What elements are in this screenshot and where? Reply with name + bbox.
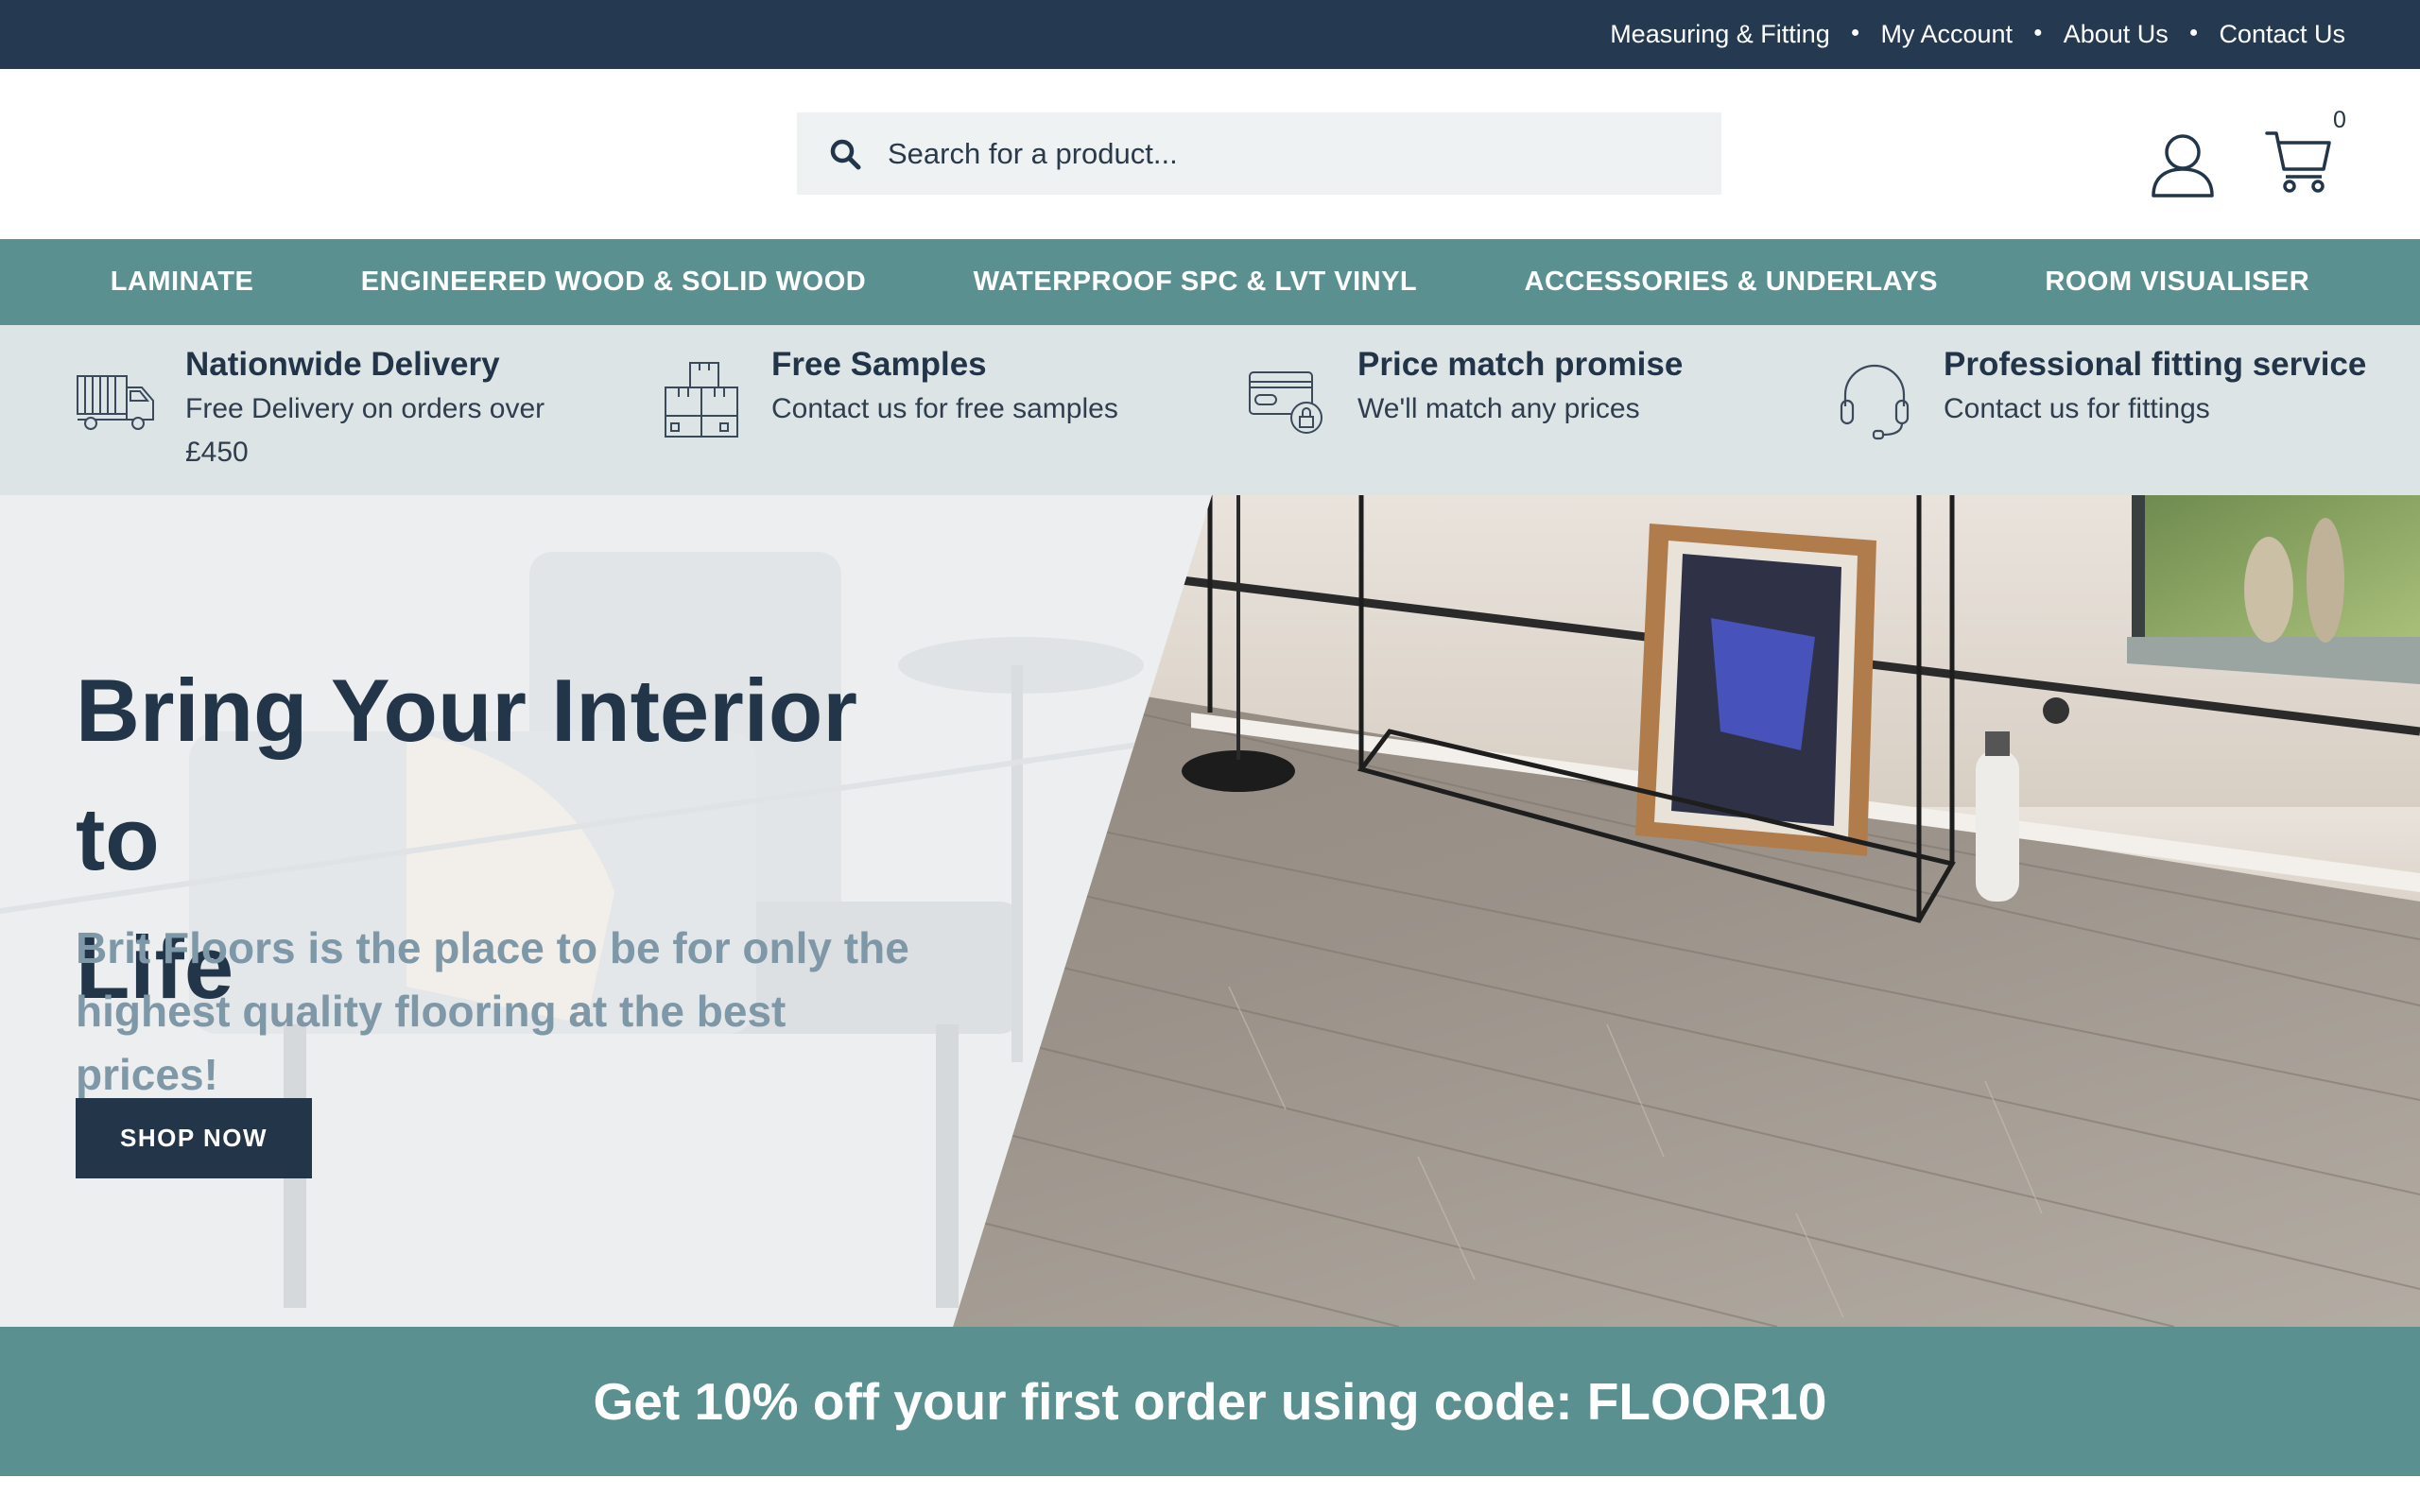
search-bar <box>797 112 1721 195</box>
nav-engineered-solid-wood[interactable]: ENGINEERED WOOD & SOLID WOOD <box>361 266 866 298</box>
headset-icon <box>1840 364 1910 440</box>
search-icon[interactable] <box>829 138 861 170</box>
feature-subtitle: Contact us for fittings <box>1944 393 2210 424</box>
feature-title: Free Samples <box>771 346 987 383</box>
boxes-icon <box>665 362 738 438</box>
promo-banner: Get 10% off your first order using code:… <box>0 1327 2420 1476</box>
separator-dot: ● <box>2188 24 2199 41</box>
nav-accessories-underlays[interactable]: ACCESSORIES & UNDERLAYS <box>1525 266 1938 298</box>
feature-fitting: Professional fitting service Contact us … <box>1834 342 2366 440</box>
nav-waterproof-spc-lvt-vinyl[interactable]: WATERPROOF SPC & LVT VINYL <box>974 266 1418 298</box>
feature-title: Professional fitting service <box>1944 346 2367 383</box>
nav-room-visualiser[interactable]: ROOM VISUALISER <box>2045 266 2309 298</box>
category-nav: LAMINATE ENGINEERED WOOD & SOLID WOOD WA… <box>0 239 2420 325</box>
link-measuring-fitting[interactable]: Measuring & Fitting <box>1610 20 1830 49</box>
hero-subheading-line: Brit Floors is the place to be for only … <box>76 923 909 972</box>
feature-title: Price match promise <box>1357 346 1684 383</box>
link-about-us[interactable]: About Us <box>2064 20 2169 49</box>
feature-samples: Free Samples Contact us for free samples <box>662 342 1118 440</box>
account-icon[interactable] <box>2150 131 2216 198</box>
card-payment-icon <box>1249 371 1322 434</box>
nav-laminate[interactable]: LAMINATE <box>111 266 254 298</box>
link-my-account[interactable]: My Account <box>1880 20 2013 49</box>
shop-now-button[interactable]: SHOP NOW <box>76 1098 312 1178</box>
top-utility-bar: Measuring & Fitting ● My Account ● About… <box>0 0 2420 69</box>
link-contact-us[interactable]: Contact Us <box>2219 20 2345 49</box>
hero-subheading-line: highest quality flooring at the best pri… <box>76 987 786 1099</box>
features-strip: Nationwide Delivery Free Delivery on ord… <box>0 325 2420 495</box>
promo-text: Get 10% off your first order using code:… <box>593 1372 1827 1431</box>
site-header: 0 <box>0 69 2420 239</box>
search-input[interactable] <box>888 136 1701 171</box>
feature-price-match: Price match promise We'll match any pric… <box>1248 342 1683 440</box>
feature-subtitle: Contact us for free samples <box>771 393 1118 424</box>
feature-delivery: Nationwide Delivery Free Delivery on ord… <box>76 342 544 474</box>
hero-heading-line: Bring Your Interior to <box>76 661 857 888</box>
hero-banner: Bring Your Interior to Life Brit Floors … <box>0 495 2420 1327</box>
feature-subtitle: £450 <box>185 437 249 468</box>
page-bottom-space <box>0 1476 2420 1512</box>
feature-title: Nationwide Delivery <box>185 346 500 383</box>
hero-subheading: Brit Floors is the place to be for only … <box>76 917 926 1107</box>
delivery-truck-icon <box>77 375 154 430</box>
separator-dot: ● <box>2033 24 2043 41</box>
separator-dot: ● <box>1850 24 1860 41</box>
cart-icon[interactable] <box>2265 128 2333 194</box>
feature-subtitle: We'll match any prices <box>1357 393 1640 424</box>
feature-subtitle: Free Delivery on orders over <box>185 393 545 424</box>
cart-count-badge: 0 <box>2333 107 2346 133</box>
